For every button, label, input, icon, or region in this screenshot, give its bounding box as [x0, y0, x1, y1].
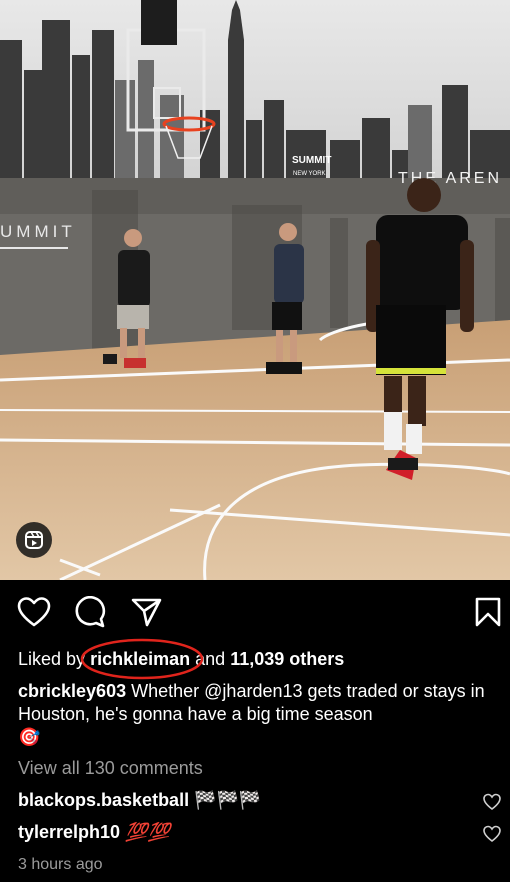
comment-item: blackops.basketball 🏁🏁🏁 — [18, 789, 261, 812]
send-icon — [131, 598, 162, 627]
comment-username[interactable]: tylerrelph10 — [18, 822, 120, 842]
comment-button[interactable] — [72, 594, 108, 630]
liked-by-others[interactable]: 11,039 others — [230, 649, 344, 669]
reel-badge[interactable] — [16, 522, 52, 558]
caption-username[interactable]: cbrickley603 — [18, 681, 126, 701]
caption-mention[interactable]: @jharden13 — [204, 681, 302, 701]
heart-icon — [17, 597, 51, 627]
svg-text:NEW YORK: NEW YORK — [293, 171, 326, 177]
bookmark-icon — [475, 597, 501, 627]
post-caption: cbrickley603 Whether @jharden13 gets tra… — [18, 680, 498, 749]
liked-by-joiner: and — [195, 649, 226, 669]
comment-text: 🏁🏁🏁 — [194, 790, 262, 810]
comment-like-button[interactable] — [482, 824, 502, 844]
liked-by-prefix: Liked by — [18, 649, 86, 669]
view-all-comments-link[interactable]: View all 130 comments — [18, 757, 203, 780]
comment-text: 💯💯 — [125, 822, 170, 842]
heart-icon — [483, 793, 501, 811]
likes-summary: Liked by richkleiman and 11,039 others — [18, 638, 344, 680]
post-action-bar — [0, 594, 510, 634]
save-button[interactable] — [470, 594, 506, 630]
like-button[interactable] — [16, 594, 52, 630]
comment-item: tylerrelph10 💯💯 — [18, 821, 170, 844]
liked-by-username[interactable]: richkleiman — [90, 649, 190, 669]
comment-icon — [75, 596, 106, 628]
caption-emoji: 🎯 — [18, 727, 41, 747]
basketball-court-image: SUMMIT NEW YORK UMMIT THE AREN — [0, 0, 510, 580]
heart-icon — [483, 825, 501, 843]
share-button[interactable] — [128, 594, 164, 630]
post-timestamp: 3 hours ago — [18, 856, 103, 873]
comment-like-button[interactable] — [482, 792, 502, 812]
comment-username[interactable]: blackops.basketball — [18, 790, 189, 810]
caption-text-start: Whether — [131, 681, 200, 701]
reel-icon — [25, 531, 43, 549]
mural-banner-text: SUMMIT — [292, 155, 331, 166]
liked-by-user-wrapper: richkleiman — [80, 638, 204, 680]
post-media[interactable]: SUMMIT NEW YORK UMMIT THE AREN — [0, 0, 510, 580]
wall-text-left: UMMIT — [0, 222, 76, 241]
